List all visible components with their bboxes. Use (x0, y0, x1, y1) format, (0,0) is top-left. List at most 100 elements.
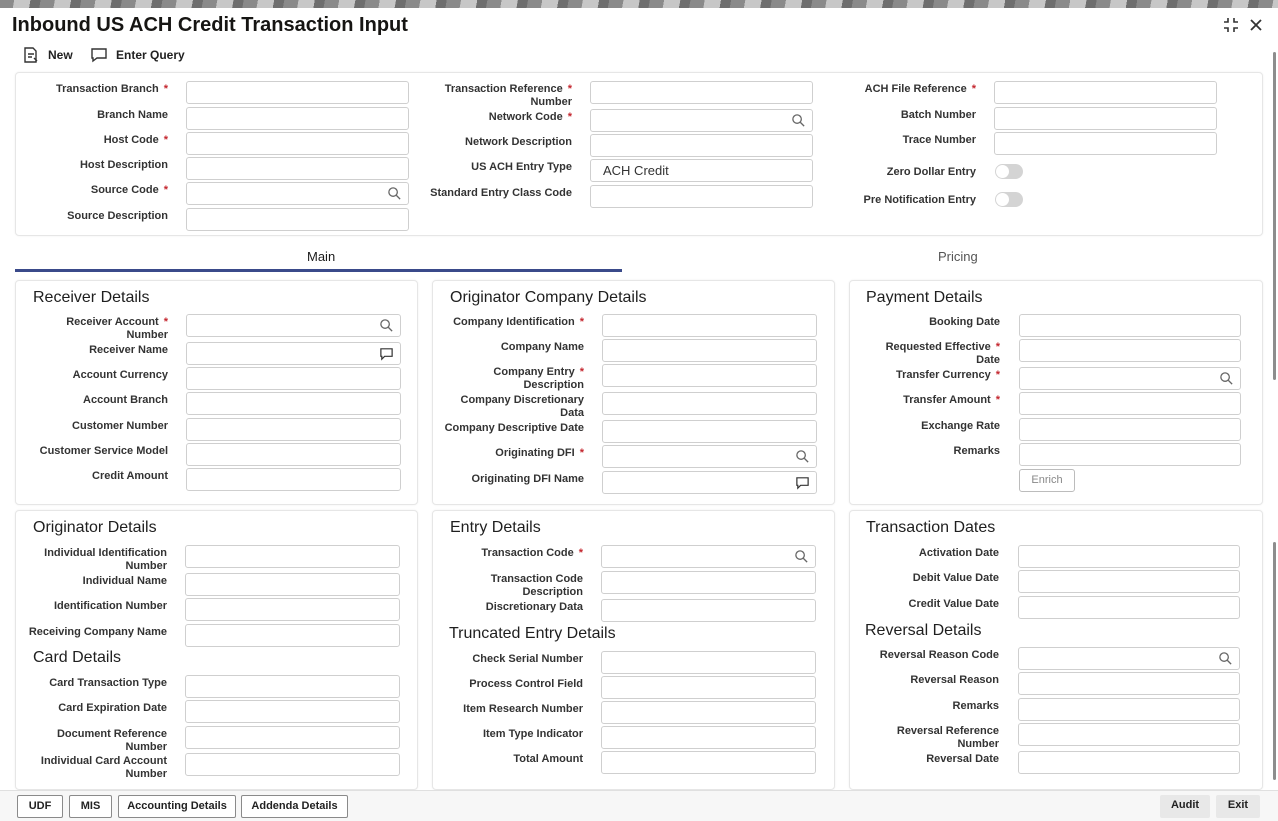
transfer-amount-input[interactable] (1019, 392, 1241, 415)
enrich-button[interactable]: Enrich (1019, 469, 1075, 492)
transaction-code-description-input[interactable] (601, 571, 816, 594)
company-identification-input[interactable] (602, 314, 817, 337)
close-icon[interactable] (1247, 16, 1265, 39)
company-name-input[interactable] (602, 339, 817, 362)
document-reference-number-input[interactable] (185, 726, 400, 749)
company-descriptive-date-input[interactable] (602, 420, 817, 443)
source-description-input[interactable] (186, 208, 409, 231)
company-discretionary-data-label: Company Discretionary Data (460, 394, 584, 419)
card-transaction-type-input[interactable] (185, 675, 400, 698)
item-type-indicator-input[interactable] (601, 726, 816, 749)
us-ach-entry-type-input[interactable]: ACH Credit (590, 159, 813, 182)
credit-value-date-label: Credit Value Date (908, 598, 999, 610)
exchange-rate-input[interactable] (1019, 418, 1241, 441)
scrollbar-upper[interactable] (1273, 52, 1276, 380)
exit-button[interactable]: Exit (1216, 795, 1260, 818)
search-icon[interactable] (795, 449, 810, 464)
total-amount-input[interactable] (601, 751, 816, 774)
item-research-number-input[interactable] (601, 701, 816, 724)
new-button[interactable]: New (22, 46, 73, 64)
individual-name-input[interactable] (185, 573, 400, 596)
batch-number-input[interactable] (994, 107, 1217, 130)
tab-main[interactable]: Main (307, 249, 335, 264)
standard-entry-class-code-input[interactable] (590, 185, 813, 208)
ach-file-reference-input[interactable] (994, 81, 1217, 104)
enter-query-button[interactable]: Enter Query (90, 46, 185, 64)
ach-file-reference-label: ACH File Reference * (864, 83, 976, 95)
audit-button[interactable]: Audit (1160, 795, 1210, 818)
requested-effective-date-input[interactable] (1019, 339, 1241, 362)
accounting-details-button[interactable]: Accounting Details (118, 795, 236, 818)
account-branch-input[interactable] (186, 392, 401, 415)
chat-icon[interactable] (795, 475, 810, 490)
customer-number-label: Customer Number (72, 420, 168, 432)
individual-card-account-number-input[interactable] (185, 753, 400, 776)
process-control-field-input[interactable] (601, 676, 816, 699)
individual-identification-number-input[interactable] (185, 545, 400, 568)
network-code-input[interactable] (590, 109, 813, 132)
transaction-code-input[interactable] (601, 545, 816, 568)
udf-button[interactable]: UDF (17, 795, 63, 818)
check-serial-number-input[interactable] (601, 651, 816, 674)
zero-dollar-entry-toggle[interactable] (995, 164, 1023, 179)
search-icon[interactable] (387, 186, 402, 201)
receiving-company-name-input[interactable] (185, 624, 400, 647)
addenda-details-button[interactable]: Addenda Details (241, 795, 348, 818)
credit-amount-label: Credit Amount (92, 470, 168, 482)
booking-date-label: Booking Date (929, 316, 1000, 328)
scrollbar-lower[interactable] (1273, 542, 1276, 780)
source-code-input[interactable] (186, 182, 409, 205)
transaction-dates-title: Transaction Dates (866, 519, 996, 536)
reversal-remarks-input[interactable] (1018, 698, 1240, 721)
maximize-icon[interactable] (1222, 16, 1240, 39)
search-icon[interactable] (1218, 651, 1233, 666)
reversal-date-input[interactable] (1018, 751, 1240, 774)
receiver-account-number-label: Receiver Account * Number (66, 316, 168, 341)
search-icon[interactable] (794, 549, 809, 564)
pre-notification-entry-toggle[interactable] (995, 192, 1023, 207)
card-details-title: Card Details (33, 649, 122, 666)
host-code-input[interactable] (186, 132, 409, 155)
debit-value-date-input[interactable] (1018, 570, 1240, 593)
chat-icon[interactable] (379, 346, 394, 361)
host-description-label: Host Description (79, 159, 168, 171)
search-icon[interactable] (1219, 371, 1234, 386)
search-icon[interactable] (379, 318, 394, 333)
query-icon (91, 48, 107, 63)
originating-dfi-name-input[interactable] (602, 471, 817, 494)
network-description-input[interactable] (590, 134, 813, 157)
activation-date-input[interactable] (1018, 545, 1240, 568)
company-entry-description-label: Company Entry * Description (493, 366, 584, 391)
reversal-reason-input[interactable] (1018, 672, 1240, 695)
enter-query-label: Enter Query (116, 48, 185, 62)
identification-number-input[interactable] (185, 598, 400, 621)
credit-value-date-input[interactable] (1018, 596, 1240, 619)
transfer-currency-input[interactable] (1019, 367, 1241, 390)
receiver-account-number-input[interactable] (186, 314, 401, 337)
company-entry-description-input[interactable] (602, 364, 817, 387)
booking-date-input[interactable] (1019, 314, 1241, 337)
receiving-company-name-label: Receiving Company Name (28, 626, 167, 638)
branch-name-input[interactable] (186, 107, 409, 130)
pre-notification-entry-label: Pre Notification Entry (863, 194, 976, 206)
host-description-input[interactable] (186, 157, 409, 180)
search-icon[interactable] (791, 113, 806, 128)
company-discretionary-data-input[interactable] (602, 392, 817, 415)
account-currency-input[interactable] (186, 367, 401, 390)
originating-dfi-input[interactable] (602, 445, 817, 468)
discretionary-data-input[interactable] (601, 599, 816, 622)
mis-button[interactable]: MIS (69, 795, 112, 818)
trace-number-input[interactable] (994, 132, 1217, 155)
reversal-reason-code-input[interactable] (1018, 647, 1240, 670)
card-expiration-date-input[interactable] (185, 700, 400, 723)
tab-pricing[interactable]: Pricing (938, 249, 978, 264)
transaction-branch-input[interactable] (186, 81, 409, 104)
payment-remarks-input[interactable] (1019, 443, 1241, 466)
credit-amount-input[interactable] (186, 468, 401, 491)
customer-service-model-input[interactable] (186, 443, 401, 466)
reversal-reference-number-input[interactable] (1018, 723, 1240, 746)
individual-card-account-number-label: Individual Card Account Number (40, 755, 167, 780)
customer-number-input[interactable] (186, 418, 401, 441)
transaction-reference-input[interactable] (590, 81, 813, 104)
receiver-name-input[interactable] (186, 342, 401, 365)
